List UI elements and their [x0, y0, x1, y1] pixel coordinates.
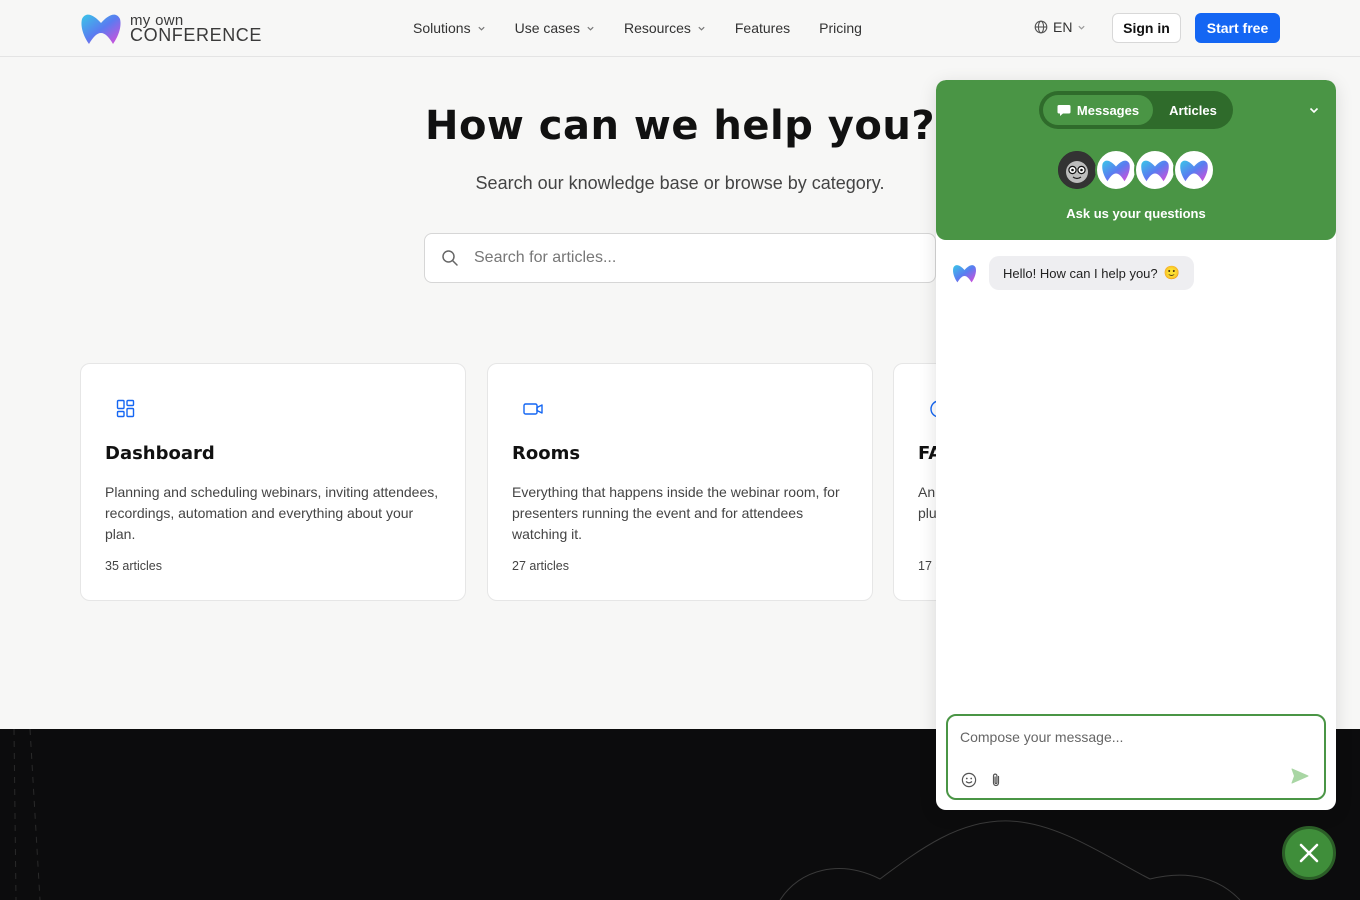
dashboard-grid-icon [116, 399, 135, 418]
sign-in-button[interactable]: Sign in [1112, 13, 1181, 43]
chevron-down-icon [587, 26, 594, 31]
nav-solutions[interactable]: Solutions [413, 20, 486, 36]
chevron-down-icon [477, 26, 485, 31]
category-description: Everything that happens inside the webin… [512, 484, 840, 542]
logo-mark-icon [1141, 160, 1169, 182]
globe-icon [1034, 20, 1048, 34]
search-box[interactable] [424, 233, 936, 283]
site-header: my own CONFERENCE Solutions Use cases Re… [0, 0, 1360, 57]
search-icon [442, 250, 458, 266]
logo-mark-icon [81, 14, 121, 44]
category-title: Dashboard [105, 443, 215, 464]
nav-features[interactable]: Features [735, 20, 790, 36]
paperclip-icon[interactable] [988, 772, 1004, 788]
nav-resources[interactable]: Resources [624, 20, 706, 36]
language-code: EN [1053, 19, 1073, 35]
chat-tabs: Messages Articles [1039, 91, 1233, 129]
brand-wordmark: my own CONFERENCE [130, 13, 263, 45]
logo-mark-icon [1102, 160, 1130, 182]
tab-messages[interactable]: Messages [1043, 95, 1153, 125]
article-count: 27 articles [512, 559, 569, 573]
tab-label: Messages [1076, 102, 1140, 118]
logo-mark-icon [953, 265, 976, 283]
chat-message: Hello! How can I help you? 🙂 [952, 256, 1194, 290]
category-card-rooms[interactable]: Rooms Everything that happens inside the… [487, 363, 873, 601]
search-input[interactable] [474, 249, 894, 267]
tab-articles[interactable]: Articles [1157, 95, 1229, 125]
video-camera-icon [523, 403, 543, 415]
agent-avatars [1056, 149, 1215, 191]
message-bubble: Hello! How can I help you? 🙂 [989, 256, 1194, 290]
main-nav: Solutions Use cases Resources Features P… [413, 0, 862, 56]
close-icon [1299, 843, 1319, 863]
avatar [1134, 149, 1176, 191]
nav-label: Solutions [413, 20, 471, 36]
avatar [1095, 149, 1137, 191]
article-count: 35 articles [105, 559, 162, 573]
chat-widget: Messages Articles Ask us your questions … [936, 80, 1336, 810]
category-title: Rooms [512, 443, 581, 464]
message-input[interactable] [960, 729, 1300, 745]
brand-logo[interactable]: my own CONFERENCE [80, 11, 262, 45]
chat-close-button[interactable] [1282, 826, 1336, 880]
agent-photo-icon [1058, 151, 1096, 189]
speech-bubble-icon [1057, 104, 1071, 116]
nav-label: Features [734, 20, 791, 36]
brand-line2: CONFERENCE [130, 25, 263, 45]
category-card-dashboard[interactable]: Dashboard Planning and scheduling webina… [80, 363, 466, 601]
category-description: Planning and scheduling webinars, inviti… [105, 484, 439, 542]
chat-header: Messages Articles Ask us your questions [936, 80, 1336, 240]
nav-pricing[interactable]: Pricing [819, 20, 862, 36]
language-selector[interactable]: EN [1034, 19, 1086, 35]
avatar [1173, 149, 1215, 191]
logo-mark-icon [1180, 160, 1208, 182]
smile-emoji-icon: 🙂 [1163, 265, 1180, 280]
send-icon[interactable] [1290, 766, 1310, 786]
nav-label: Pricing [819, 20, 862, 36]
avatar [1056, 149, 1098, 191]
chevron-down-icon [1078, 25, 1086, 30]
start-free-button[interactable]: Start free [1195, 13, 1280, 43]
nav-label: Use cases [514, 20, 580, 36]
emoji-icon[interactable] [961, 772, 977, 788]
nav-label: Resources [623, 20, 691, 36]
chat-tagline: Ask us your questions [1066, 206, 1206, 221]
nav-use-cases[interactable]: Use cases [515, 20, 595, 36]
chevron-down-icon[interactable] [1308, 104, 1320, 116]
chevron-down-icon [698, 26, 705, 31]
message-text: Hello! How can I help you? [1003, 265, 1158, 281]
message-composer [946, 714, 1326, 800]
